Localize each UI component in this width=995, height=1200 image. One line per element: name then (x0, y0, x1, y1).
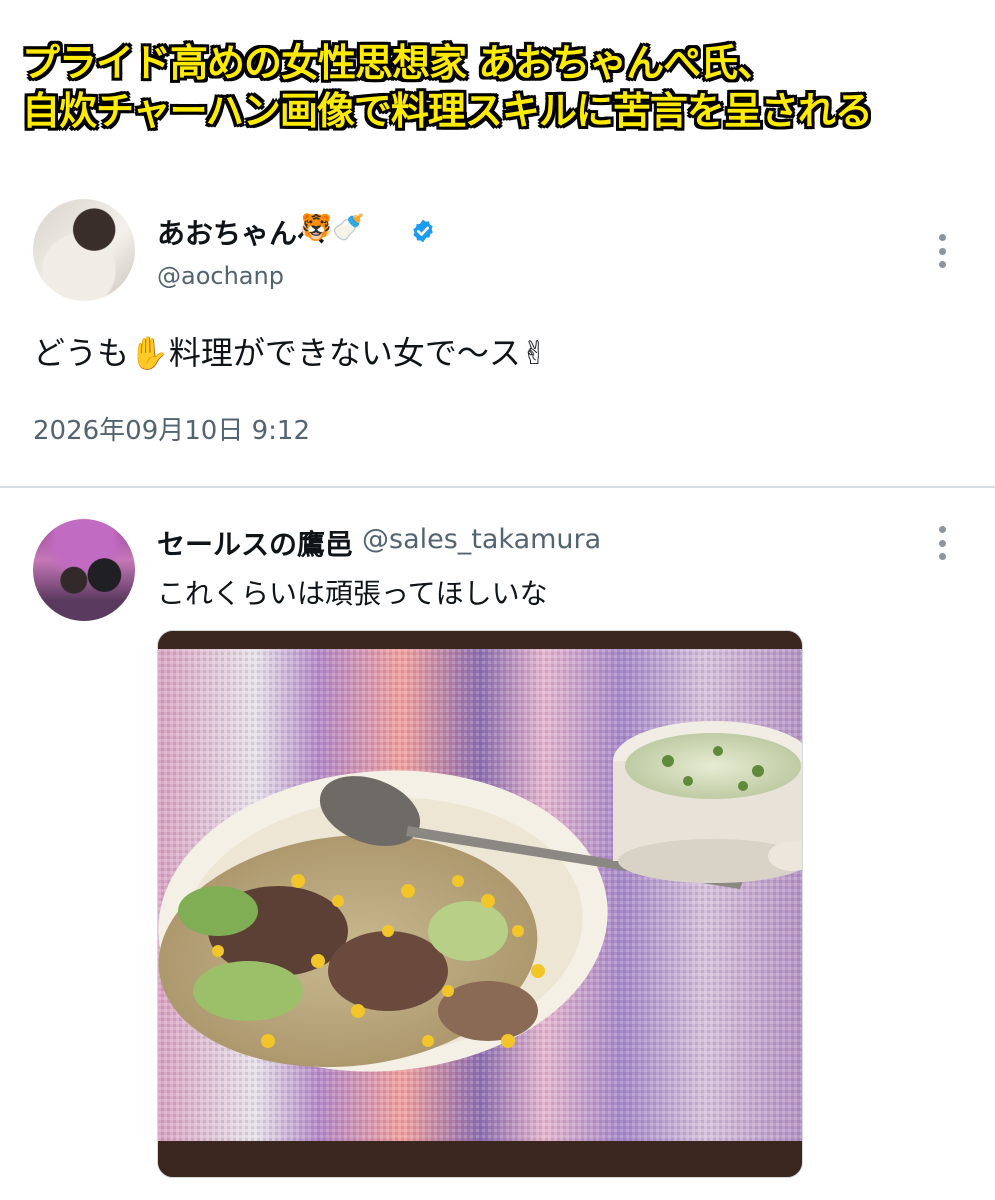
more-options-icon[interactable] (937, 526, 947, 560)
avatar-main-user[interactable] (33, 199, 135, 301)
reply-tweet-text: これくらいは頑張ってほしいな (157, 577, 548, 610)
main-handle[interactable]: @aochanp (157, 262, 284, 290)
headline-line-1: プライド高めの女性思想家 あおちゃんぺ氏、 (22, 41, 775, 85)
more-options-icon[interactable] (937, 234, 947, 268)
baby-bottle-emoji-icon: 🍼 (332, 213, 365, 243)
tiger-emoji-icon: 🐯 (300, 213, 333, 243)
headline-line-2: 自炊チャーハン画像で料理スキルに苦言を呈される (22, 89, 873, 133)
avatar-reply-user[interactable] (33, 519, 135, 621)
tweet-divider (0, 486, 995, 488)
main-tweet-timestamp[interactable]: 2026年09月10日 9:12 (33, 410, 310, 447)
reply-handle[interactable]: @sales_takamura (362, 524, 601, 555)
headline-banner: プライド高めの女性思想家 あおちゃんぺ氏、 自炊チャーハン画像で料理スキルに苦言… (0, 0, 995, 165)
food-photo-illustration (158, 631, 802, 1177)
main-tweet-text: どうも✋料理ができない女で〜ス✌ (33, 334, 548, 372)
verified-badge-icon (413, 219, 433, 243)
reply-display-name[interactable]: セールスの鷹邑 (157, 523, 353, 563)
reply-attached-photo[interactable] (157, 630, 803, 1178)
